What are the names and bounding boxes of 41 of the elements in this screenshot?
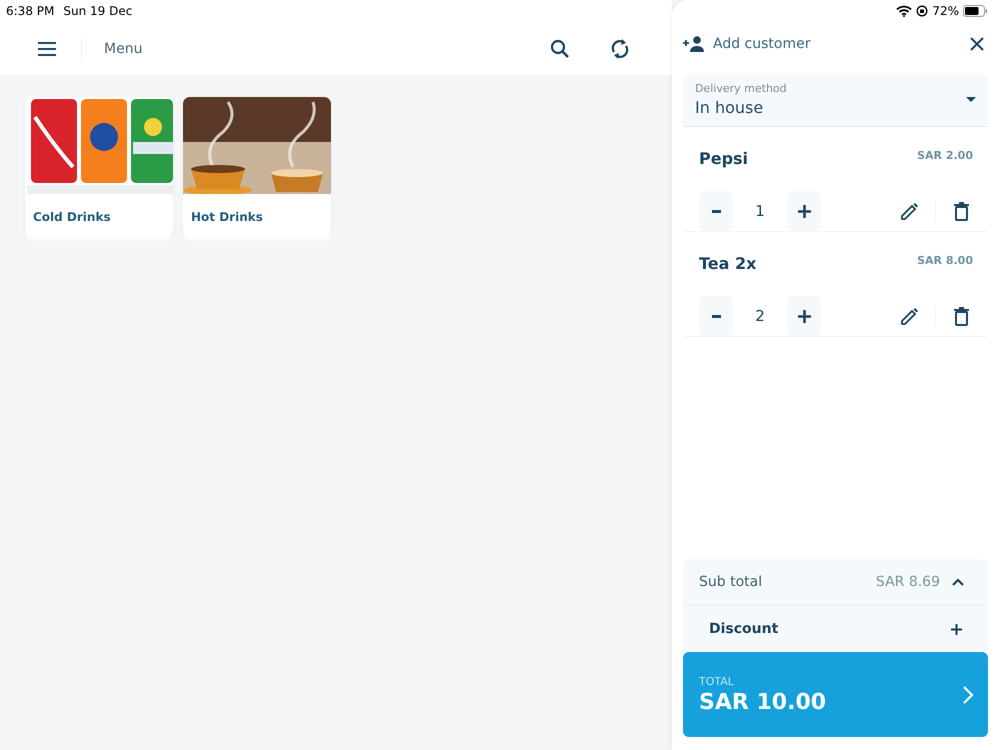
search-icon — [550, 38, 570, 58]
subtotal-value: SAR 8.69 — [876, 574, 940, 590]
chevron-up-icon — [952, 578, 964, 586]
field-value: In house — [695, 98, 764, 117]
add-person-icon — [683, 36, 705, 52]
field-label: Delivery method — [695, 82, 788, 95]
dropdown-caret-icon — [966, 97, 976, 102]
delivery-method-dropdown[interactable]: Delivery method In house — [683, 73, 988, 127]
minus-icon — [712, 210, 720, 212]
quantity: 1 — [754, 202, 766, 220]
item-name: Tea 2x — [699, 254, 756, 275]
pencil-icon — [900, 202, 919, 220]
subtotal-label: Sub total — [699, 574, 764, 590]
battery-icon — [963, 5, 988, 17]
page-title: Menu — [104, 40, 144, 56]
pencil-icon — [900, 306, 919, 326]
item-price: SAR 2.00 — [917, 149, 973, 164]
category-card[interactable]: Cold Drinks — [25, 97, 173, 237]
trash-icon — [954, 306, 969, 326]
battery-percent: 72% — [932, 4, 959, 18]
status-date: Sun 19 Dec — [63, 4, 132, 18]
minus-icon — [712, 314, 720, 318]
orientation-lock-icon — [916, 5, 928, 17]
status-time: 6:38 PM — [6, 4, 54, 18]
sync-icon — [610, 38, 630, 60]
menu-icon — [37, 40, 57, 56]
category-card[interactable]: Hot Drinks — [183, 97, 331, 237]
discount-label: Discount — [709, 621, 780, 637]
add-customer-button[interactable]: Add customer — [683, 36, 810, 52]
plus-icon — [798, 204, 810, 218]
plus-icon — [951, 624, 962, 634]
item-price: SAR 8.00 — [917, 254, 973, 269]
increase-button[interactable] — [787, 296, 821, 336]
plus-icon — [798, 310, 810, 322]
item-name: Pepsi — [699, 149, 748, 170]
trash-icon — [954, 202, 969, 220]
close-icon — [970, 37, 984, 51]
chevron-right-icon — [963, 686, 974, 704]
wifi-icon — [896, 5, 912, 17]
quantity: 2 — [754, 307, 766, 325]
increase-button[interactable] — [787, 191, 821, 231]
